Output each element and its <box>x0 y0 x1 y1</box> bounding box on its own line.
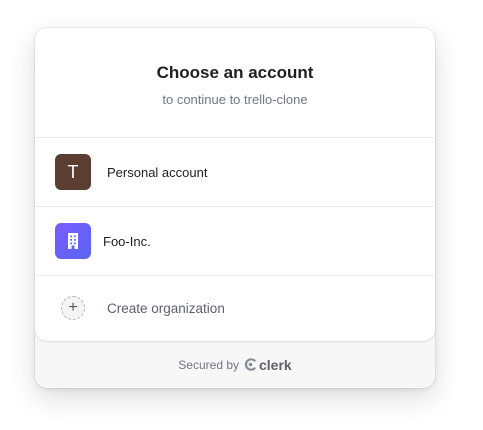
account-row-personal[interactable]: T Personal account <box>35 138 435 207</box>
account-switcher-main: Choose an account to continue to trello-… <box>35 28 435 341</box>
building-icon <box>55 223 91 259</box>
create-organization-button[interactable]: + Create organization <box>35 276 435 340</box>
create-organization-label: Create organization <box>107 300 225 316</box>
clerk-brand-label: clerk <box>259 356 292 373</box>
clerk-logo-icon <box>244 358 256 371</box>
account-label-organization: Foo-Inc. <box>103 233 151 249</box>
page-subtitle: to continue to trello-clone <box>162 92 308 107</box>
plus-icon: + <box>61 296 85 320</box>
secured-by-text: Secured by <box>178 357 239 372</box>
card-footer: Secured by clerk <box>35 341 435 388</box>
clerk-brand[interactable]: clerk <box>244 357 292 373</box>
page-title: Choose an account <box>156 63 314 82</box>
account-label-personal: Personal account <box>107 164 208 180</box>
account-row-organization[interactable]: Foo-Inc. <box>35 207 435 276</box>
avatar: T <box>55 154 91 190</box>
account-switcher-card: Choose an account to continue to trello-… <box>35 28 435 388</box>
card-header: Choose an account to continue to trello-… <box>35 28 435 138</box>
